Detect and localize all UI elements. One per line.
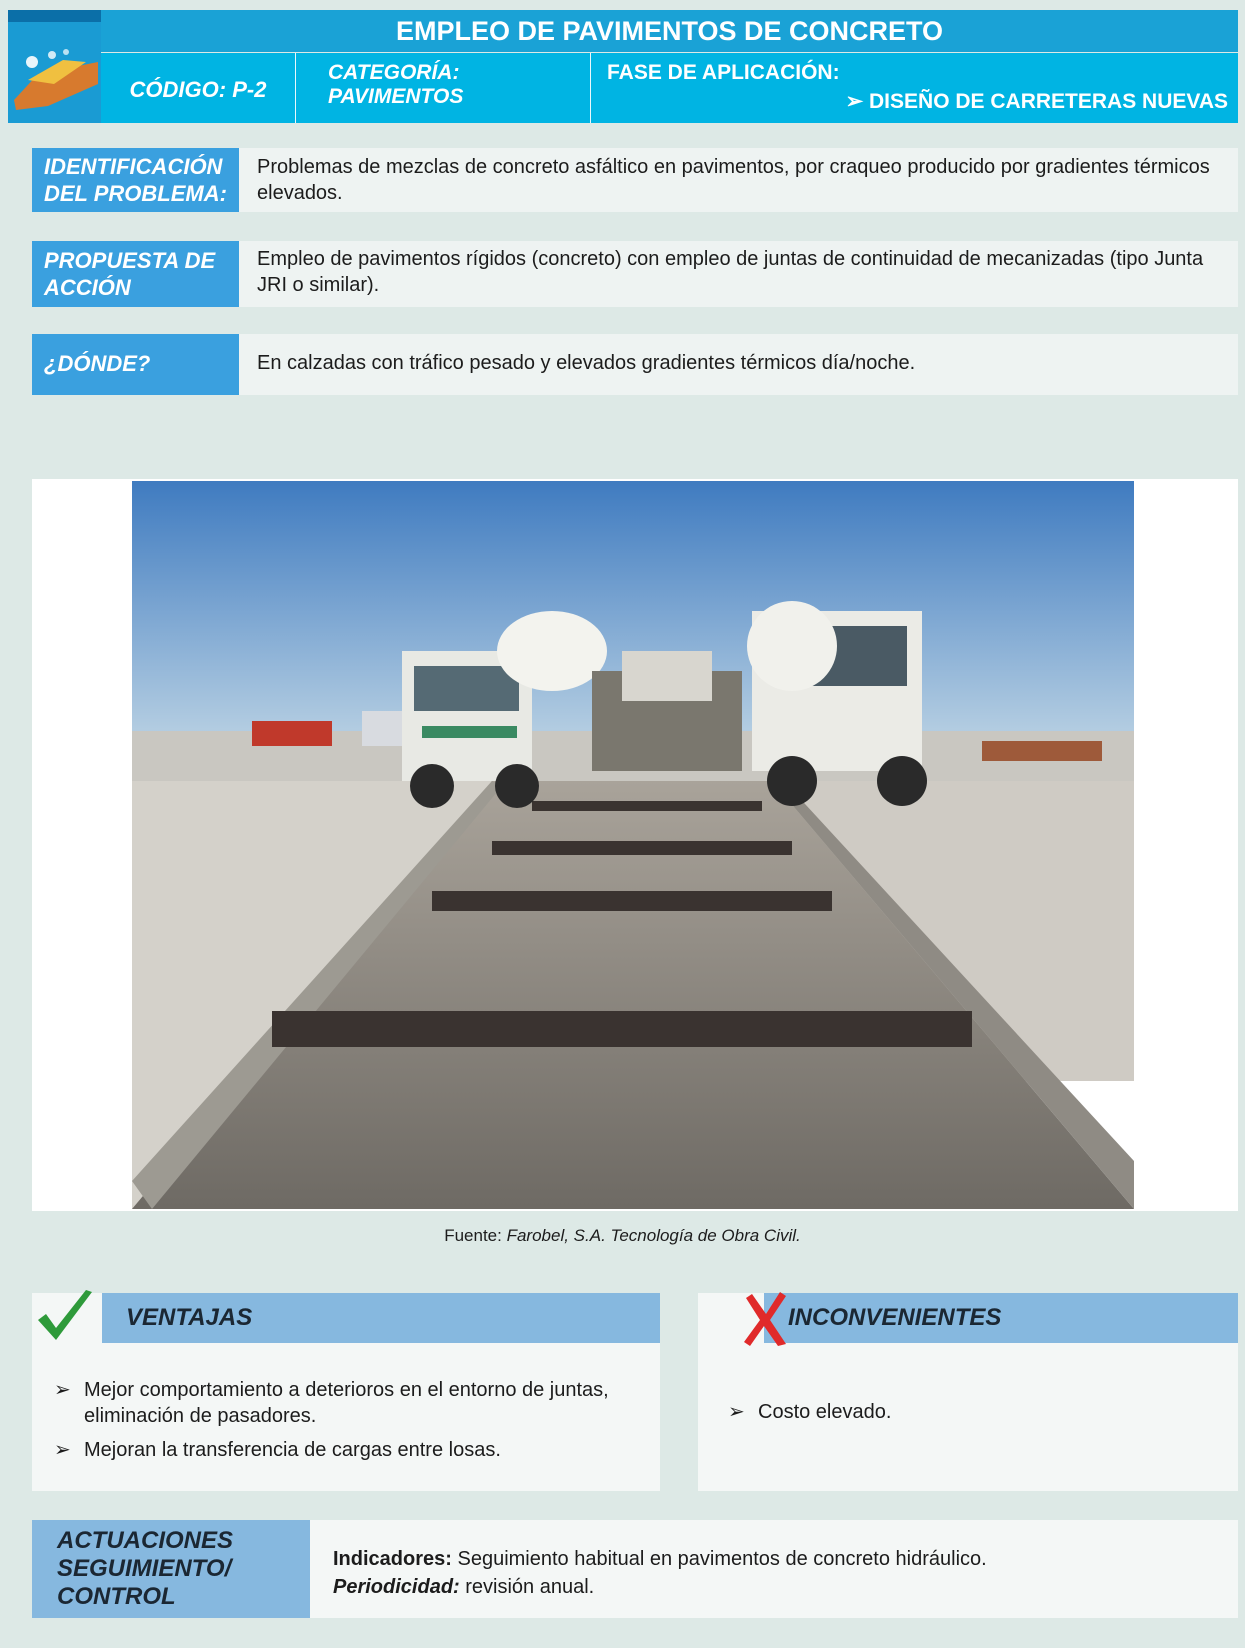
advantages-title: VENTAJAS bbox=[126, 1304, 253, 1331]
indicators-label: Indicadores: bbox=[333, 1548, 452, 1570]
list-item: ➢ Mejor comportamiento a deterioros en el… bbox=[54, 1377, 648, 1429]
phase-label: FASE DE APLICACIÓN: bbox=[607, 61, 840, 84]
arrow-bullet-icon: ➢ bbox=[54, 1379, 71, 1401]
arrow-bullet-icon: ➢ bbox=[54, 1439, 71, 1461]
road-construction-icon bbox=[8, 22, 101, 123]
disadvantages-list: ➢ Costo elevado. bbox=[728, 1399, 1226, 1433]
phase-value: ➢ DISEÑO DE CARRETERAS NUEVAS bbox=[845, 90, 1228, 113]
list-item: ➢ Mejoran la transferencia de cargas entr… bbox=[54, 1437, 648, 1463]
periodicity-label: Periodicidad: bbox=[333, 1576, 460, 1598]
proposal-row: PROPUESTA DE ACCIÓN Empleo de pavimentos… bbox=[32, 241, 1238, 307]
code-cell: CÓDIGO: P-2 bbox=[101, 53, 296, 123]
disadvantages-title: INCONVENIENTES bbox=[788, 1304, 1002, 1331]
advantages-list: ➢ Mejor comportamiento a deterioros en el… bbox=[54, 1377, 648, 1471]
proposal-label-line1: PROPUESTA DE bbox=[44, 248, 216, 273]
control-row: ACTUACIONES SEGUIMIENTO/ CONTROL Indicad… bbox=[32, 1520, 1238, 1618]
problem-label-line1: IDENTIFICACIÓN bbox=[44, 154, 223, 179]
periodicity-text: revisión anual. bbox=[459, 1576, 595, 1598]
proposal-label-line2: ACCIÓN bbox=[44, 275, 131, 300]
where-row: ¿DÓNDE? En calzadas con tráfico pesado y… bbox=[32, 334, 1238, 395]
periodicity-line: Periodicidad: revisión anual. bbox=[333, 1573, 987, 1601]
photo-frame bbox=[32, 479, 1238, 1211]
problem-label: IDENTIFICACIÓN DEL PROBLEMA: bbox=[32, 148, 239, 212]
control-text: Indicadores: Seguimiento habitual en pav… bbox=[333, 1545, 987, 1601]
arrow-bullet-icon: ➢ bbox=[728, 1401, 745, 1423]
construction-photo bbox=[132, 481, 1134, 1209]
disadvantage-text: Costo elevado. bbox=[758, 1401, 892, 1423]
control-label-line1: ACTUACIONES bbox=[57, 1527, 234, 1554]
control-label-line3: CONTROL bbox=[57, 1583, 176, 1610]
where-label-line1: ¿DÓNDE? bbox=[44, 351, 151, 376]
list-item: ➢ Costo elevado. bbox=[728, 1399, 1226, 1425]
problem-label-line2: DEL PROBLEMA: bbox=[44, 181, 227, 206]
control-label-line2: SEGUIMIENTO/ bbox=[57, 1555, 232, 1582]
code-text: CÓDIGO: P-2 bbox=[129, 77, 267, 102]
caption-source: Farobel, S.A. Tecnología de Obra Civil. bbox=[506, 1226, 801, 1245]
advantage-text: Mejoran la transferencia de cargas entre… bbox=[84, 1439, 501, 1461]
disadvantages-header: INCONVENIENTES bbox=[764, 1293, 1238, 1343]
problem-text: Problemas de mezclas de concreto asfálti… bbox=[257, 156, 1210, 204]
indicators-line: Indicadores: Seguimiento habitual en pav… bbox=[333, 1545, 987, 1573]
advantages-header: VENTAJAS bbox=[102, 1293, 660, 1343]
proposal-text: Empleo de pavimentos rígidos (concreto) … bbox=[257, 248, 1204, 296]
phase-cell: FASE DE APLICACIÓN: ➢ DISEÑO DE CARRETER… bbox=[591, 53, 1238, 123]
photo-caption: Fuente: Farobel, S.A. Tecnología de Obra… bbox=[0, 1226, 1245, 1246]
check-icon bbox=[38, 1290, 92, 1340]
indicators-text: Seguimiento habitual en pavimentos de co… bbox=[451, 1548, 987, 1570]
category-value: PAVIMENTOS bbox=[328, 85, 464, 108]
header-logo-icon bbox=[8, 10, 101, 123]
category-cell: CATEGORÍA: PAVIMENTOS bbox=[296, 53, 591, 123]
control-label: ACTUACIONES SEGUIMIENTO/ CONTROL bbox=[32, 1520, 310, 1618]
cross-icon bbox=[744, 1292, 786, 1346]
where-label: ¿DÓNDE? bbox=[32, 334, 239, 395]
category-label: CATEGORÍA: bbox=[328, 61, 460, 84]
header-info-row: CÓDIGO: P-2 CATEGORÍA: PAVIMENTOS FASE D… bbox=[101, 53, 1238, 123]
where-text: En calzadas con tráfico pesado y elevado… bbox=[257, 352, 916, 374]
advantages-panel: VENTAJAS ➢ Mejor comportamiento a deterio… bbox=[32, 1293, 660, 1491]
advantage-text: Mejor comportamiento a deterioros en el … bbox=[84, 1379, 609, 1427]
page-title: EMPLEO DE PAVIMENTOS DE CONCRETO bbox=[101, 10, 1238, 52]
proposal-label: PROPUESTA DE ACCIÓN bbox=[32, 241, 239, 307]
caption-prefix: Fuente: bbox=[444, 1226, 507, 1245]
problem-row: IDENTIFICACIÓN DEL PROBLEMA: Problemas d… bbox=[32, 148, 1238, 212]
